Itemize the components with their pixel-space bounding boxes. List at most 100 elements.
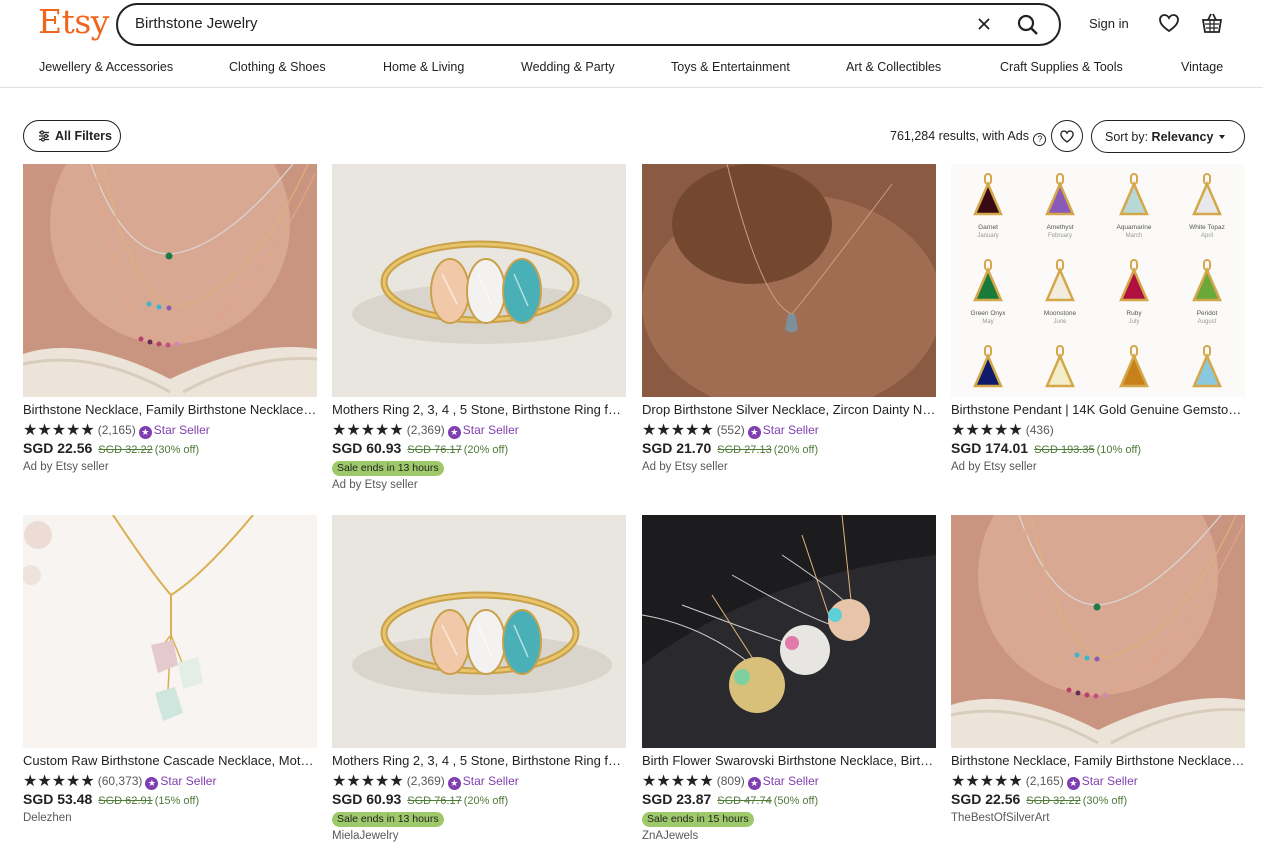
sale-price: SGD 22.56 — [951, 791, 1021, 807]
seller-label[interactable]: MielaJewelry — [332, 830, 398, 842]
charm-name: Aquamarine — [1116, 224, 1151, 231]
review-count: (2,369) — [406, 423, 445, 437]
charm-month: March — [1126, 233, 1143, 239]
sale-price: SGD 23.87 — [642, 791, 712, 807]
etsy-logo[interactable]: Etsy — [38, 2, 109, 41]
listing-title[interactable]: Mothers Ring 2, 3, 4 , 5 Stone, Birthsto… — [332, 753, 626, 768]
discount-percent: (20% off) — [463, 795, 509, 807]
seller-label: Ad by Etsy seller — [642, 461, 728, 473]
charm-gem — [973, 180, 1003, 216]
sale-ends-badge: Sale ends in 13 hours — [332, 461, 444, 476]
charm-month: August — [1198, 319, 1217, 325]
star-rating: ★★★★★ — [332, 422, 404, 439]
discount-percent: (30% off) — [1082, 795, 1128, 807]
all-filters-button[interactable]: All Filters — [23, 120, 121, 152]
help-question-icon[interactable]: ? — [1033, 133, 1047, 146]
sale-price: SGD 60.93 — [332, 440, 402, 456]
price-row: SGD 21.70 SGD 27.13 (20% off) — [642, 440, 818, 458]
search-icon[interactable] — [1015, 12, 1041, 38]
original-price: SGD 76.17 — [407, 444, 462, 456]
charm-gem — [1045, 266, 1075, 302]
star-seller-label: Star Seller — [762, 774, 819, 788]
star-seller-label: Star Seller — [462, 423, 519, 437]
favorites-heart-icon[interactable] — [1158, 12, 1180, 34]
listing-title[interactable]: Custom Raw Birthstone Cascade Necklace, … — [23, 753, 317, 768]
seller-label[interactable]: ZnAJewels — [642, 830, 698, 842]
sign-in-link[interactable]: Sign in — [1089, 16, 1129, 31]
listing-image[interactable] — [332, 164, 626, 397]
star-rating: ★★★★★ — [642, 422, 714, 439]
listing-image[interactable] — [23, 164, 317, 397]
price-row: SGD 22.56 SGD 32.22 (30% off) — [23, 440, 199, 458]
star-rating: ★★★★★ — [23, 773, 95, 790]
listing-image[interactable] — [332, 515, 626, 748]
review-count: (60,373) — [97, 774, 143, 788]
charm-name: Ruby — [1126, 310, 1142, 317]
discount-percent: (10% off) — [1096, 444, 1142, 456]
seller-label[interactable]: Delezhen — [23, 812, 72, 824]
listing-title[interactable]: Birthstone Necklace, Family Birthstone N… — [951, 753, 1245, 768]
charm-gem — [1192, 266, 1222, 302]
clear-search-icon[interactable] — [975, 15, 993, 33]
nav-wedding[interactable]: Wedding & Party — [521, 60, 615, 74]
review-count: (436) — [1025, 423, 1054, 437]
charm-name: Green Onyx — [970, 310, 1006, 317]
star-seller-icon: ★ — [447, 426, 461, 439]
price-row: SGD 60.93 SGD 76.17 (20% off) — [332, 440, 508, 458]
review-count: (2,369) — [406, 774, 445, 788]
nav-vintage[interactable]: Vintage — [1181, 60, 1223, 74]
cart-basket-icon[interactable] — [1201, 11, 1223, 35]
nav-home-living[interactable]: Home & Living — [383, 60, 464, 74]
star-seller-label: Star Seller — [762, 423, 819, 437]
filter-sliders-icon — [39, 130, 49, 142]
nav-clothing[interactable]: Clothing & Shoes — [229, 60, 326, 74]
listing-title[interactable]: Mothers Ring 2, 3, 4 , 5 Stone, Birthsto… — [332, 402, 626, 417]
sale-price: SGD 60.93 — [332, 791, 402, 807]
listing-image[interactable] — [642, 164, 936, 397]
seller-label[interactable]: TheBestOfSilverArt — [951, 812, 1049, 824]
listing-image[interactable]: Garnet January Amethyst February Aquamarine M… — [951, 164, 1245, 397]
star-rating: ★★★★★ — [332, 773, 404, 790]
charm-name: Garnet — [978, 224, 998, 231]
rating-row: ★★★★★ (2,165) ★ Star Seller — [23, 420, 210, 439]
original-price: SGD 32.22 — [1026, 795, 1081, 807]
search-input[interactable]: Birthstone Jewelry — [135, 15, 258, 32]
filters-label: All Filters — [55, 129, 112, 143]
nav-art[interactable]: Art & Collectibles — [846, 60, 941, 74]
discount-percent: (30% off) — [154, 444, 200, 456]
price-row: SGD 23.87 SGD 47.74 (50% off) — [642, 791, 818, 809]
site-header: Etsy Birthstone Jewelry Sign in Jeweller… — [0, 0, 1263, 88]
seller-label: Ad by Etsy seller — [951, 461, 1037, 473]
rating-row: ★★★★★ (2,369) ★ Star Seller — [332, 771, 519, 790]
search-bar[interactable]: Birthstone Jewelry — [116, 3, 1061, 46]
original-price: SGD 32.22 — [98, 444, 153, 456]
listing-title[interactable]: Birthstone Necklace, Family Birthstone N… — [23, 402, 317, 417]
listing-image[interactable] — [642, 515, 936, 748]
star-seller-icon: ★ — [747, 426, 761, 439]
star-rating: ★★★★★ — [642, 773, 714, 790]
seller-label: Ad by Etsy seller — [332, 479, 418, 491]
charm-name: Moonstone — [1044, 310, 1077, 317]
star-rating: ★★★★★ — [951, 773, 1023, 790]
listing-image[interactable] — [23, 515, 317, 748]
sale-price: SGD 174.01 — [951, 440, 1029, 456]
charm-gem — [1192, 180, 1222, 216]
save-search-button[interactable] — [1051, 120, 1083, 152]
nav-jewellery[interactable]: Jewellery & Accessories — [39, 60, 173, 74]
listing-title[interactable]: Birthstone Pendant | 14K Gold Genuine Ge… — [951, 402, 1245, 417]
listing-title[interactable]: Drop Birthstone Silver Necklace, Zircon … — [642, 402, 936, 417]
sort-dropdown[interactable]: Sort by: Relevancy — [1091, 120, 1245, 153]
discount-percent: (50% off) — [773, 795, 819, 807]
star-rating: ★★★★★ — [951, 422, 1023, 439]
rating-row: ★★★★★ (2,369) ★ Star Seller — [332, 420, 519, 439]
nav-toys[interactable]: Toys & Entertainment — [671, 60, 790, 74]
review-count: (2,165) — [97, 423, 136, 437]
sale-ends-badge: Sale ends in 15 hours — [642, 812, 754, 827]
listing-title[interactable]: Birth Flower Swarovski Birthstone Neckla… — [642, 753, 936, 768]
star-seller-icon: ★ — [447, 777, 461, 790]
nav-craft[interactable]: Craft Supplies & Tools — [1000, 60, 1123, 74]
rating-row: ★★★★★ (436) — [951, 420, 1054, 439]
discount-percent: (15% off) — [154, 795, 200, 807]
sale-price: SGD 53.48 — [23, 791, 93, 807]
listing-image[interactable] — [951, 515, 1245, 748]
